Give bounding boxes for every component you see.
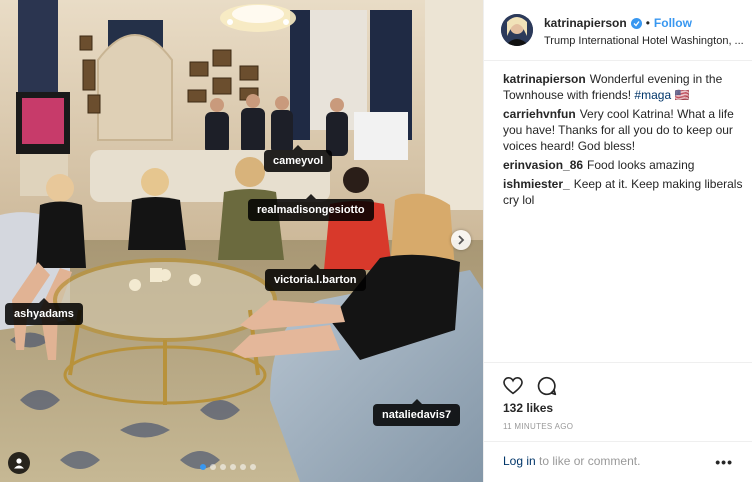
user-tag[interactable]: ashyadams	[5, 298, 83, 325]
carousel-dot	[240, 464, 246, 470]
carousel-dot	[250, 464, 256, 470]
user-tag[interactable]: cameyvol	[264, 145, 333, 172]
user-tag[interactable]: nataliedavis7	[373, 399, 461, 426]
post-actions: 132 likes 11 MINUTES AGO Log in to like …	[484, 362, 752, 482]
carousel-dot	[230, 464, 236, 470]
carousel-dot	[210, 464, 216, 470]
comment-username[interactable]: katrinapierson	[503, 72, 586, 86]
comment-text: Food looks amazing	[587, 158, 695, 172]
comment-username[interactable]: ishmiester_	[503, 177, 570, 191]
carousel-dot	[200, 464, 206, 470]
flag-emoji: 🇺🇸	[674, 88, 690, 102]
heart-icon[interactable]	[502, 375, 524, 397]
user-tag[interactable]: realmadisongesiotto	[248, 194, 374, 221]
avatar[interactable]	[501, 14, 533, 46]
post-location[interactable]: Trump International Hotel Washington, ..…	[544, 34, 749, 48]
verified-badge-icon	[630, 18, 642, 29]
caption: katrinapierson Wonderful evening in the T…	[503, 71, 743, 103]
more-options-button[interactable]: •••	[715, 454, 733, 470]
comment-item: erinvasion_86 Food looks amazing	[503, 157, 743, 173]
post-sidebar: katrinapierson • Follow Trump Internatio…	[483, 0, 752, 482]
login-prompt-text: to like or comment.	[539, 454, 641, 468]
person-icon[interactable]	[8, 452, 30, 474]
post-header: katrinapierson • Follow Trump Internatio…	[484, 0, 752, 61]
separator-dot: •	[645, 16, 650, 30]
chevron-right-icon[interactable]	[451, 230, 471, 250]
carousel-indicator	[200, 464, 256, 470]
add-comment-section: Log in to like or comment. •••	[484, 441, 752, 482]
comment-item: ishmiester_ Keep at it. Keep making liber…	[503, 176, 743, 208]
login-prompt: Log in to like or comment.	[503, 454, 640, 468]
comment-username[interactable]: erinvasion_86	[503, 158, 583, 172]
comment-item: carriehvnfun Very cool Katrina! What a li…	[503, 106, 743, 154]
carousel-dot	[220, 464, 226, 470]
comment-bubble-icon[interactable]	[536, 375, 558, 397]
user-tag[interactable]: victoria.l.barton	[265, 264, 366, 291]
comments-list: katrinapierson Wonderful evening in the T…	[503, 71, 743, 211]
post-timestamp[interactable]: 11 MINUTES AGO	[503, 422, 573, 431]
hashtag-link[interactable]: #maga	[634, 88, 671, 102]
follow-button[interactable]: Follow	[654, 16, 692, 31]
post-author-username[interactable]: katrinapierson	[544, 16, 627, 31]
login-link[interactable]: Log in	[503, 454, 536, 468]
like-count[interactable]: 132 likes	[503, 401, 553, 415]
post-photo[interactable]: cameyvol realmadisongesiotto victoria.l.…	[0, 0, 483, 482]
comment-username[interactable]: carriehvnfun	[503, 107, 576, 121]
